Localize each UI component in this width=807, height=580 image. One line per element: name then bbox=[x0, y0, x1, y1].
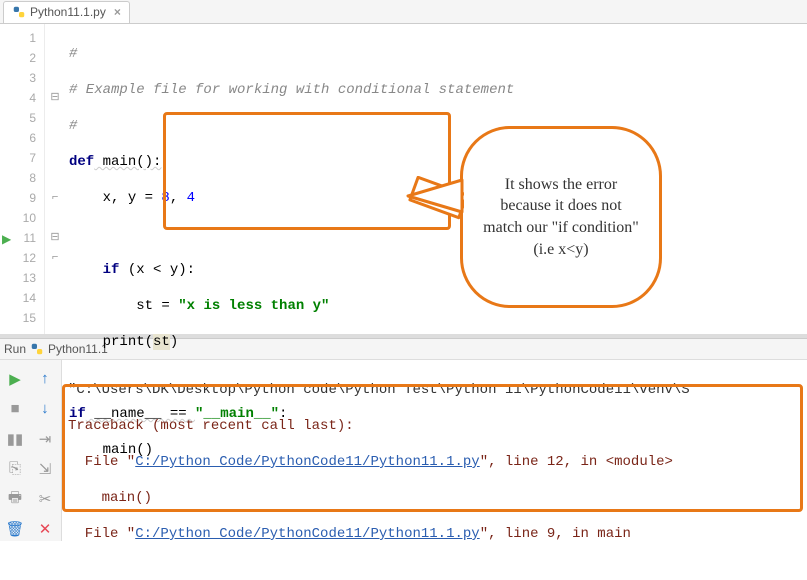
attach-button[interactable]: ✂ bbox=[32, 486, 58, 512]
run-panel: ▶ ↑ ■ ↓ ▮▮ ⇥ ⎘ ⇲ 🖶 ✂ 🗑 ✕ "C:\Users\DK\De… bbox=[0, 360, 807, 541]
tab-bar: Python11.1.py × bbox=[0, 0, 807, 24]
traceback-frame: File "C:/Python Code/PythonCode11/Python… bbox=[68, 452, 801, 472]
scroll-up-button[interactable]: ↑ bbox=[32, 366, 58, 392]
python-icon bbox=[12, 5, 26, 19]
fold-end-icon: ⌐ bbox=[45, 248, 65, 268]
exit-button[interactable]: ⎘ bbox=[2, 456, 28, 482]
callout-text: It shows the error because it does not m… bbox=[479, 174, 643, 260]
scroll-down-button[interactable]: ↓ bbox=[32, 396, 58, 422]
soft-wrap-button[interactable]: ⇲ bbox=[32, 456, 58, 482]
run-toolbar: ▶ ↑ ■ ↓ ▮▮ ⇥ ⎘ ⇲ 🖶 ✂ 🗑 ✕ bbox=[0, 360, 62, 541]
tab-title: Python11.1.py bbox=[30, 5, 106, 19]
run-line-marker-icon[interactable]: ▶ bbox=[2, 232, 11, 247]
file-link[interactable]: C:/Python Code/PythonCode11/Python11.1.p… bbox=[135, 454, 479, 470]
fold-end-icon: ⌐ bbox=[45, 188, 65, 208]
rerun-button[interactable]: ▶ bbox=[2, 366, 28, 392]
traceback-code: main() bbox=[68, 488, 801, 508]
console-command: "C:\Users\DK\Desktop\Python code\Python … bbox=[68, 380, 801, 400]
line-number-gutter: 123456789101112131415 bbox=[0, 24, 45, 334]
toggle-output-button[interactable]: ⇥ bbox=[32, 426, 58, 452]
tab-close-icon[interactable]: × bbox=[114, 5, 121, 19]
annotation-callout: It shows the error because it does not m… bbox=[460, 126, 662, 308]
file-link[interactable]: C:/Python Code/PythonCode11/Python11.1.p… bbox=[135, 526, 479, 541]
stop-button[interactable]: ■ bbox=[2, 396, 28, 422]
python-icon bbox=[30, 342, 44, 356]
close-button[interactable]: ✕ bbox=[32, 516, 58, 542]
print-button[interactable]: 🖶 bbox=[2, 486, 28, 512]
fold-toggle-icon[interactable]: ⊟ bbox=[45, 88, 65, 108]
code-editor[interactable]: ▶ 123456789101112131415 ⊟ ⌐ ⊟ ⌐ # # Exam… bbox=[0, 24, 807, 334]
callout-arrow-icon bbox=[404, 176, 464, 222]
clear-button[interactable]: 🗑 bbox=[2, 516, 28, 542]
run-label: Run bbox=[4, 342, 26, 356]
traceback-header: Traceback (most recent call last): bbox=[68, 416, 801, 436]
traceback-frame: File "C:/Python Code/PythonCode11/Python… bbox=[68, 524, 801, 541]
pause-button[interactable]: ▮▮ bbox=[2, 426, 28, 452]
fold-column: ⊟ ⌐ ⊟ ⌐ bbox=[45, 24, 65, 334]
fold-toggle-icon[interactable]: ⊟ bbox=[45, 228, 65, 248]
console-output[interactable]: "C:\Users\DK\Desktop\Python code\Python … bbox=[62, 360, 807, 541]
file-tab[interactable]: Python11.1.py × bbox=[3, 1, 130, 23]
